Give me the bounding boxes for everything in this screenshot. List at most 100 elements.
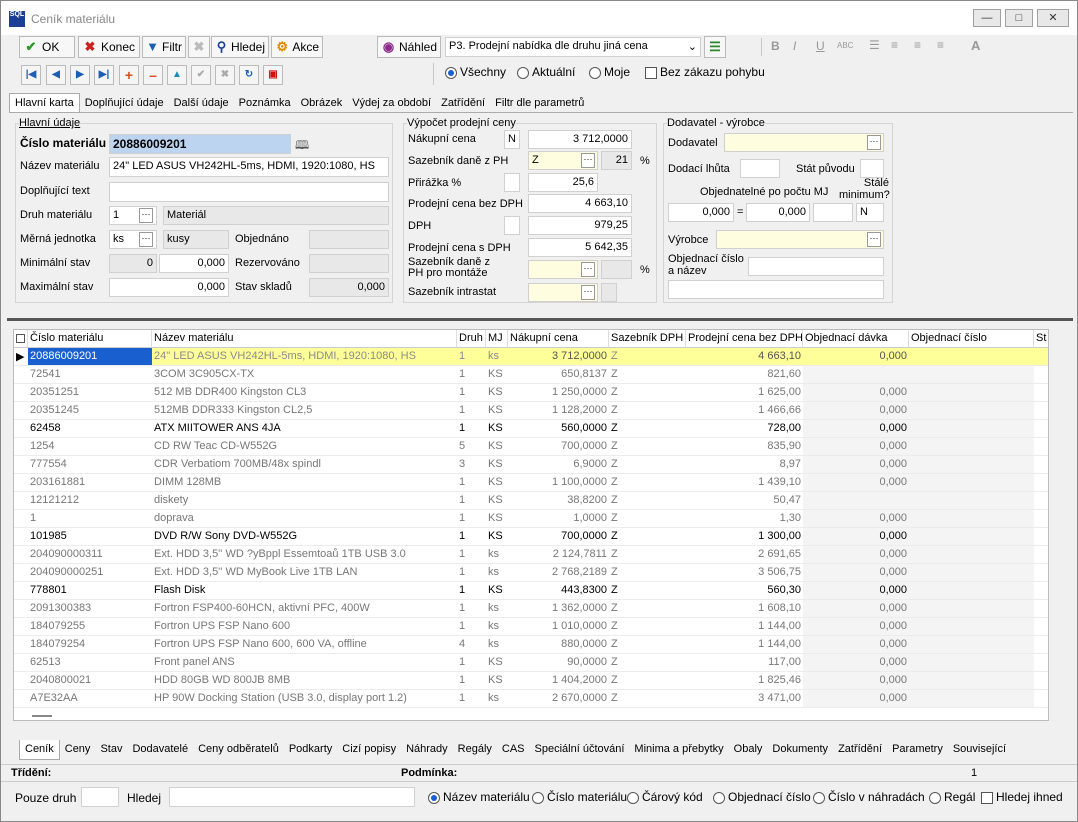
vyrobce-picker[interactable]: ··· xyxy=(867,232,881,247)
refresh-icon[interactable]: ↻ xyxy=(239,65,259,85)
ok-button[interactable]: ✔ OK xyxy=(19,36,75,58)
next-record-icon[interactable]: ▶ xyxy=(70,65,90,85)
objednatelne-b[interactable]: 0,000 xyxy=(746,203,810,222)
header-col-cislo[interactable]: Číslo materiálu xyxy=(28,330,152,348)
bottom-tab-2[interactable]: Stav xyxy=(95,740,127,760)
header-col-sazebnik[interactable]: Sazebník DPH xyxy=(609,330,686,348)
bottom-tab-16[interactable]: Související xyxy=(948,740,1011,760)
druh-picker[interactable]: ··· xyxy=(139,208,153,223)
vyrobce-field[interactable] xyxy=(716,230,884,249)
book-icon[interactable]: 🕮 xyxy=(295,136,309,157)
option-aktualni[interactable]: Aktuální xyxy=(517,65,575,79)
obj-nazev-field[interactable] xyxy=(668,280,884,299)
dph-flag[interactable] xyxy=(504,216,520,235)
table-row[interactable]: ▶ 20886009201 24" LED ASUS VH242HL-5ms, HD… xyxy=(14,348,1048,366)
prirazka-flag[interactable] xyxy=(504,173,520,192)
table-row[interactable]: 1 doprava 1 KS 1,0000 Z 1,30 0,000 xyxy=(14,510,1048,528)
header-col-prodejni[interactable]: Prodejní cena bez DPH xyxy=(686,330,803,348)
align-right-icon[interactable]: ≡ xyxy=(937,38,944,52)
tab-vydej-za-obdobi[interactable]: Výdej za období xyxy=(347,93,436,113)
max-field[interactable]: 0,000 xyxy=(109,278,229,297)
dodavatel-field[interactable] xyxy=(724,133,884,152)
bottom-tab-11[interactable]: Minima a přebytky xyxy=(629,740,728,760)
table-row[interactable]: 778801 Flash Disk 1 KS 443,8300 Z 560,30 0,000 xyxy=(14,582,1048,600)
strikethrough-icon[interactable]: ABC xyxy=(837,41,853,50)
close-button[interactable]: ✕ xyxy=(1037,9,1069,27)
clear-filter-button[interactable]: ✖ xyxy=(188,36,210,58)
search-option-regal[interactable]: Regál xyxy=(929,790,975,804)
stale-field[interactable]: N xyxy=(856,203,884,222)
report-select[interactable]: P3. Prodejní nabídka dle druhu jiná cena… xyxy=(445,37,701,57)
table-row[interactable]: A7E32AA HP 90W Docking Station (USB 3.0, … xyxy=(14,690,1048,708)
confirm-icon[interactable]: ✔ xyxy=(191,65,211,85)
konec-button[interactable]: ✖ Konec xyxy=(78,36,140,58)
tab-poznamka[interactable]: Poznámka xyxy=(234,93,296,113)
search-option-objednaci[interactable]: Objednací číslo xyxy=(713,790,811,804)
sazebnik-picker[interactable]: ··· xyxy=(581,153,595,168)
table-row[interactable]: 1254 CD RW Teac CD-W552G 5 KS 700,0000 Z 835,9… xyxy=(14,438,1048,456)
table-row[interactable]: 12121212 diskety 1 KS 38,8200 Z 50,47 xyxy=(14,492,1048,510)
header-col-mj[interactable]: MJ xyxy=(486,330,508,348)
prirazka-field[interactable]: 25,6 xyxy=(528,173,598,192)
bottom-tab-9[interactable]: CAS xyxy=(497,740,530,760)
prev-record-icon[interactable]: ◀ xyxy=(46,65,66,85)
table-row[interactable]: 20351251 512 MB DDR400 Kingston CL3 1 KS 1 2… xyxy=(14,384,1048,402)
lock-icon[interactable]: ▣ xyxy=(263,65,283,85)
bottom-tab-14[interactable]: Zatřídění xyxy=(833,740,887,760)
table-row[interactable]: 777554 CDR Verbatiom 700MB/48x spindl 3 KS 6… xyxy=(14,456,1048,474)
list-button[interactable]: ☰ xyxy=(704,36,726,58)
bottom-tab-8[interactable]: Regály xyxy=(453,740,497,760)
align-center-icon[interactable]: ≡ xyxy=(914,38,921,52)
lhuta-field[interactable] xyxy=(740,159,780,178)
table-row[interactable]: 203161881 DIMM 128MB 1 KS 1 100,0000 Z 1 439,1… xyxy=(14,474,1048,492)
option-vsechny[interactable]: Všechny xyxy=(445,65,506,79)
bez-zakazu-checkbox[interactable]: Bez zákazu pohybu xyxy=(645,65,765,79)
italic-icon[interactable]: I xyxy=(793,39,796,53)
font-icon[interactable]: A xyxy=(971,38,980,53)
tab-dalsi-udaje[interactable]: Další údaje xyxy=(169,93,234,113)
prodejni-bez-field[interactable]: 4 663,10 xyxy=(528,194,632,213)
bottom-tab-0[interactable]: Ceník xyxy=(19,740,60,760)
underline-icon[interactable]: U xyxy=(816,39,825,53)
bottom-tab-15[interactable]: Parametry xyxy=(887,740,948,760)
bottom-tab-13[interactable]: Dokumenty xyxy=(767,740,833,760)
nahled-button[interactable]: ◉ Náhled xyxy=(377,36,441,58)
hledej-button[interactable]: ⚲ Hledej xyxy=(211,36,269,58)
cislo-field[interactable]: 20886009201 xyxy=(109,134,291,154)
bottom-tab-1[interactable]: Ceny xyxy=(60,740,96,760)
table-row[interactable]: 184079255 Fortron UPS FSP Nano 600 1 ks 1 01… xyxy=(14,618,1048,636)
bottom-tab-7[interactable]: Náhrady xyxy=(401,740,453,760)
header-col-davka[interactable]: Objednací dávka xyxy=(803,330,909,348)
table-row[interactable]: 184079254 Fortron UPS FSP Nano 600, 600 V… xyxy=(14,636,1048,654)
tab-doplnujici-udaje[interactable]: Doplňující údaje xyxy=(80,93,169,113)
table-row[interactable]: 204090000251 Ext. HDD 3,5'' WD MyBook Liv… xyxy=(14,564,1048,582)
tab-obrazek[interactable]: Obrázek xyxy=(296,93,348,113)
mj-picker[interactable]: ··· xyxy=(139,232,153,247)
obj-cislo-field[interactable] xyxy=(748,257,884,276)
first-record-icon[interactable]: |◀ xyxy=(21,65,41,85)
bold-icon[interactable]: B xyxy=(771,39,780,53)
prodejni-s-field[interactable]: 5 642,35 xyxy=(528,238,632,257)
table-row[interactable]: 20351245 512MB DDR333 Kingston CL2,5 1 KS 1 … xyxy=(14,402,1048,420)
filtr-button[interactable]: ▼ Filtr xyxy=(142,36,186,58)
edit-record-icon[interactable]: ▲ xyxy=(167,65,187,85)
nazev-field[interactable]: 24" LED ASUS VH242HL-5ms, HDMI, 1920:108… xyxy=(109,157,389,177)
pouze-druh-field[interactable] xyxy=(81,787,119,807)
table-row[interactable]: 2091300383 Fortron FSP400-60HCN, aktivní … xyxy=(14,600,1048,618)
bottom-tab-10[interactable]: Speciální účtování xyxy=(530,740,630,760)
header-col-st[interactable]: St xyxy=(1034,330,1048,348)
stat-field[interactable] xyxy=(860,159,884,178)
header-col-druh[interactable]: Druh xyxy=(457,330,486,348)
table-row[interactable]: 204090000311 Ext. HDD 3,5'' WD ?yBppl Ess… xyxy=(14,546,1048,564)
bullet-list-icon[interactable]: ☰ xyxy=(869,38,880,52)
cancel-icon[interactable]: ✖ xyxy=(215,65,235,85)
search-input[interactable] xyxy=(169,787,415,807)
objednatelne-c[interactable] xyxy=(813,203,853,222)
sazebnik-montaz-picker[interactable]: ··· xyxy=(581,262,595,277)
search-option-carovy-kod[interactable]: Čárový kód xyxy=(627,790,703,804)
header-col-obj-cislo[interactable]: Objednací číslo xyxy=(909,330,1034,348)
table-row[interactable]: 72541 3COM 3C905CX-TX 1 KS 650,8137 Z 821,60 xyxy=(14,366,1048,384)
add-record-icon[interactable]: + xyxy=(119,65,139,85)
search-option-nahrady[interactable]: Číslo v náhradách xyxy=(813,790,925,804)
bottom-tab-3[interactable]: Dodavatelé xyxy=(127,740,193,760)
